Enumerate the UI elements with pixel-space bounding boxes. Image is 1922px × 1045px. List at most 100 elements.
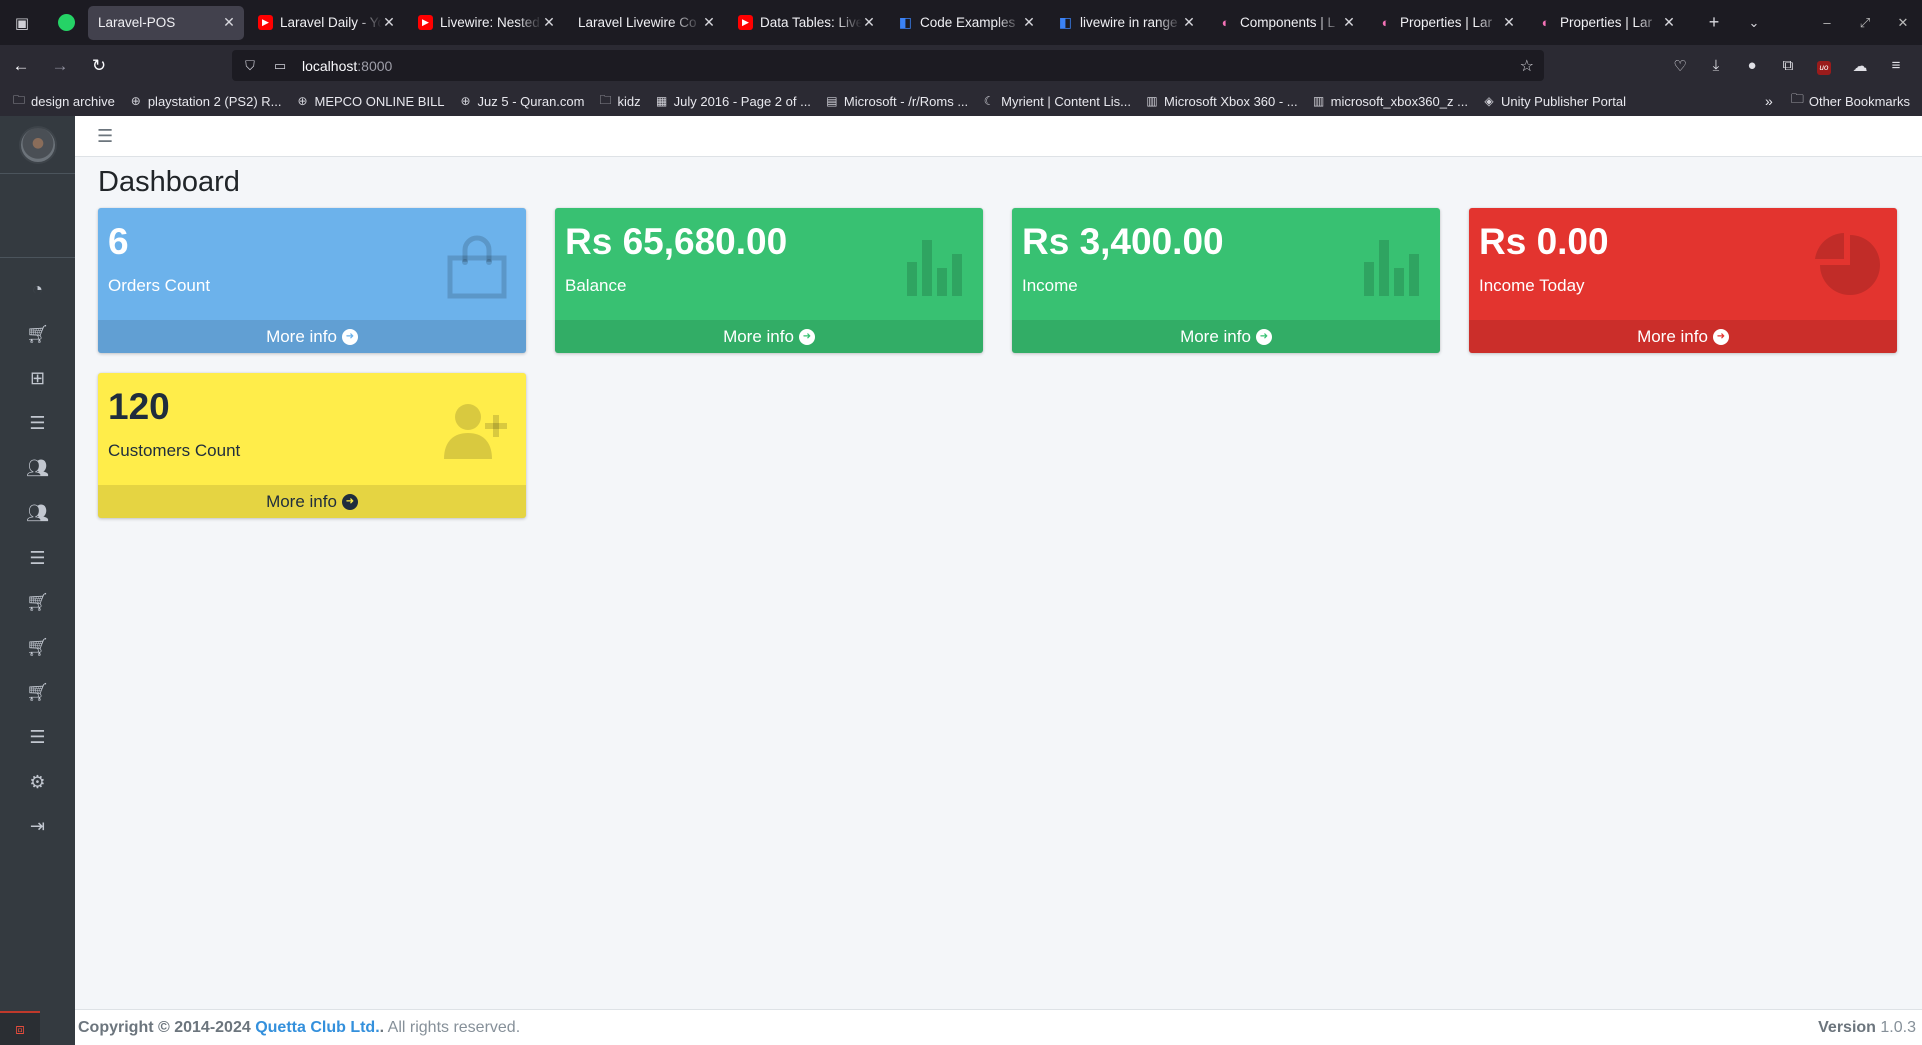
close-window-icon[interactable]: ✕ — [1884, 15, 1922, 31]
pink-favicon-icon: ◐ — [1541, 15, 1550, 30]
browser-tab[interactable]: ◧ livewire in range ✕ — [1048, 6, 1204, 40]
browser-tab[interactable]: ▶ Livewire: Nested ✕ — [408, 6, 564, 40]
bookmark-star-icon[interactable]: ☆ — [1520, 56, 1534, 76]
sidebar-item[interactable]: 🛒︎ — [0, 670, 75, 715]
sidebar-item[interactable]: ⇥ — [0, 805, 75, 850]
minimize-icon[interactable]: – — [1808, 15, 1846, 30]
cart-icon: 🛒︎ — [26, 682, 49, 703]
sidebar-item[interactable]: 👥︎ — [0, 491, 75, 536]
browser-tab[interactable]: Laravel Livewire Co ✕ — [568, 6, 724, 40]
doc-blue-favicon-icon: ◧ — [1058, 14, 1073, 30]
more-info-link[interactable]: More info ➜ — [98, 485, 526, 518]
bookmark-item[interactable]: ⊕ playstation 2 (PS2) R... — [129, 94, 282, 109]
bookmark-item[interactable]: 🗀 kidz — [598, 93, 640, 109]
sidebar-item[interactable]: 👥︎ — [0, 446, 75, 491]
pocket-icon[interactable]: ♡ — [1662, 57, 1698, 75]
sidebar-item[interactable]: ⚙ — [0, 760, 75, 805]
more-info-link[interactable]: More info ➜ — [1469, 320, 1897, 353]
account-icon[interactable]: ● — [1734, 57, 1770, 74]
close-tab-icon[interactable]: ✕ — [1022, 14, 1036, 31]
bookmark-item[interactable]: 🗀 design archive — [12, 92, 115, 109]
browser-tab[interactable]: ◐ Properties | Lar ✕ — [1368, 6, 1524, 40]
sidebar-item[interactable]: 🛒︎ — [0, 625, 75, 670]
more-info-link[interactable]: More info ➜ — [555, 320, 983, 353]
close-tab-icon[interactable]: ✕ — [1502, 14, 1516, 31]
extension-icon[interactable]: ☁ — [1842, 57, 1878, 75]
customers-count-card: 120 Customers Count More info ➜ — [98, 373, 526, 518]
whatsapp-pinned-tab[interactable] — [44, 0, 88, 45]
close-tab-icon[interactable]: ✕ — [222, 14, 236, 31]
pink-favicon-icon: ◐ — [1381, 15, 1390, 30]
whatsapp-icon — [57, 14, 75, 31]
user-panel — [0, 174, 75, 258]
bookmark-label: microsoft_xbox360_z ... — [1330, 93, 1468, 109]
close-tab-icon[interactable]: ✕ — [542, 14, 556, 31]
sidebar-item[interactable]: ☰ — [0, 715, 75, 760]
brand-link[interactable] — [0, 116, 75, 174]
close-tab-icon[interactable]: ✕ — [862, 14, 876, 31]
downloads-icon[interactable]: ⤓ — [1698, 57, 1734, 74]
user-plus-icon — [442, 397, 512, 467]
ublock-icon[interactable]: uo — [1806, 57, 1842, 75]
sidebar-item[interactable]: 🛒︎ — [0, 312, 75, 357]
sidebar-item[interactable]: ⊞ — [0, 357, 75, 402]
back-icon[interactable]: ← — [3, 50, 39, 82]
close-tab-icon[interactable]: ✕ — [702, 14, 716, 31]
bookmark-label: Juz 5 - Quran.com — [477, 93, 585, 109]
bookmark-item[interactable]: ▦ July 2016 - Page 2 of ... — [655, 94, 811, 109]
moon-icon: ☾ — [983, 94, 995, 108]
extensions-icon[interactable]: ⧉ — [1770, 57, 1806, 74]
shield-icon[interactable]: ⛉ — [238, 58, 262, 74]
close-tab-icon[interactable]: ✕ — [1662, 14, 1676, 31]
arrow-circle-right-icon: ➜ — [341, 493, 358, 510]
sidebar-item[interactable]: ◔ — [0, 267, 75, 312]
bookmark-label: design archive — [31, 93, 115, 109]
bookmark-item[interactable]: ⊕ Juz 5 - Quran.com — [459, 94, 585, 109]
sidebar-item[interactable]: ☰ — [0, 401, 75, 446]
tab-title: Properties | Lar — [1400, 15, 1493, 30]
brand-logo — [20, 127, 55, 162]
balance-card: Rs 65,680.00 Balance More info ➜ — [555, 208, 983, 353]
tab-list-chevron-icon[interactable]: ⌄ — [1734, 15, 1774, 31]
folder-icon: 🗀 — [12, 92, 25, 107]
close-tab-icon[interactable]: ✕ — [1182, 14, 1196, 31]
hamburger-menu-icon[interactable]: ☰ — [97, 126, 113, 147]
bookmark-label: Unity Publisher Portal — [1500, 93, 1626, 109]
bookmark-item[interactable]: ☾ Myrient | Content Lis... — [982, 94, 1131, 109]
bookmark-item[interactable]: ▥ microsoft_xbox360_z ... — [1312, 94, 1468, 109]
browser-tab[interactable]: ◐ Properties | Lar ✕ — [1528, 6, 1684, 40]
browser-tab[interactable]: ▶ Data Tables: Live ✕ — [728, 6, 884, 40]
forward-icon[interactable]: → — [42, 50, 78, 82]
tab-overview-icon[interactable]: ▣ — [0, 0, 44, 45]
other-bookmarks[interactable]: Other Bookmarks — [1809, 94, 1910, 109]
browser-tab[interactable]: ◐ Components | L ✕ — [1208, 6, 1364, 40]
archive-icon: ▥ — [1146, 94, 1158, 108]
bookmark-item[interactable]: ⊕ MEPCO ONLINE BILL — [296, 94, 444, 109]
reload-icon[interactable]: ↻ — [81, 50, 117, 82]
youtube-favicon-icon: ▶ — [418, 15, 433, 30]
tab-title: Livewire: Nested — [440, 15, 540, 30]
cart-icon: 🛒︎ — [26, 637, 49, 658]
sidebar-item[interactable]: ☰ — [0, 536, 75, 581]
browser-tab[interactable]: ◧ Code Examples ✕ — [888, 6, 1044, 40]
menu-icon[interactable]: ≡ — [1878, 57, 1914, 74]
bookmark-item[interactable]: ▤ Microsoft - /r/Roms ... — [825, 94, 968, 109]
more-info-link[interactable]: More info ➜ — [98, 320, 526, 353]
company-link[interactable]: Quetta Club Ltd. — [255, 1019, 379, 1037]
browser-tab[interactable]: Laravel-POS ✕ — [88, 5, 244, 40]
page-info-icon[interactable]: ▭ — [268, 58, 292, 74]
bookmarks-overflow-icon[interactable]: » — [1765, 93, 1773, 109]
page-icon: ▤ — [826, 94, 838, 108]
address-bar[interactable]: ⛉ ▭ localhost:8000 ☆ — [232, 50, 1544, 81]
close-tab-icon[interactable]: ✕ — [382, 14, 396, 31]
more-info-link[interactable]: More info ➜ — [1012, 320, 1440, 353]
bookmark-item[interactable]: ◈ Unity Publisher Portal — [1482, 94, 1626, 109]
copyright-text: Copyright © 2014-2024 — [78, 1018, 251, 1036]
browser-tab[interactable]: ▶ Laravel Daily - Yo ✕ — [248, 6, 404, 40]
close-tab-icon[interactable]: ✕ — [1342, 14, 1356, 31]
shopping-bag-icon — [442, 232, 512, 302]
restore-icon[interactable]: ⤢ — [1846, 15, 1884, 31]
new-tab-icon[interactable]: + — [1694, 12, 1734, 33]
sidebar-item[interactable]: 🛒︎ — [0, 581, 75, 626]
bookmark-item[interactable]: ▥ Microsoft Xbox 360 - ... — [1145, 94, 1297, 109]
